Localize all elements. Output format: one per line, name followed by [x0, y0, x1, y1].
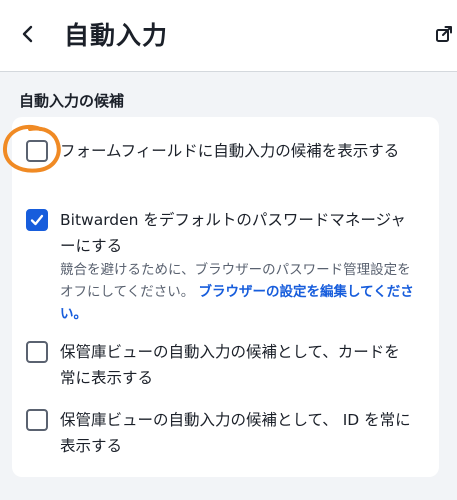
checkmark-icon [30, 214, 44, 226]
option-label: 保管庫ビューの自動入力の候補として、カードを常に表示する [60, 343, 400, 387]
section-title: 自動入力の候補 [19, 92, 125, 110]
page-title: 自動入力 [64, 21, 169, 50]
option-show-suggestions: フォームフィールドに自動入力の候補を表示する [26, 138, 415, 164]
autofill-suggestions-card: フォームフィールドに自動入力の候補を表示する Bitwarden をデフォルトの… [12, 117, 439, 477]
option-show-cards: 保管庫ビューの自動入力の候補として、カードを常に表示する [26, 339, 415, 391]
popout-icon [436, 26, 452, 42]
show-cards-checkbox[interactable] [26, 341, 48, 363]
option-default-password-manager: Bitwarden をデフォルトのパスワードマネージャーにする 競合を避けるため… [26, 207, 415, 325]
popout-button[interactable] [432, 22, 456, 46]
option-label: Bitwarden をデフォルトのパスワードマネージャーにする [60, 211, 406, 255]
default-password-manager-checkbox[interactable] [26, 209, 48, 231]
show-suggestions-checkbox[interactable] [26, 140, 48, 162]
option-show-identities: 保管庫ビューの自動入力の候補として、 ID を常に表示する [26, 407, 415, 459]
option-label: フォームフィールドに自動入力の候補を表示する [60, 142, 400, 160]
option-help-text: 競合を避けるために、ブラウザーのパスワード管理設定をオフにしてください。 ブラウ… [60, 259, 415, 325]
option-label: 保管庫ビューの自動入力の候補として、 ID を常に表示する [60, 411, 411, 455]
show-identities-checkbox[interactable] [26, 409, 48, 431]
app-header: 自動入力 [0, 0, 457, 72]
chevron-left-icon [22, 25, 33, 43]
back-button[interactable] [12, 18, 44, 50]
